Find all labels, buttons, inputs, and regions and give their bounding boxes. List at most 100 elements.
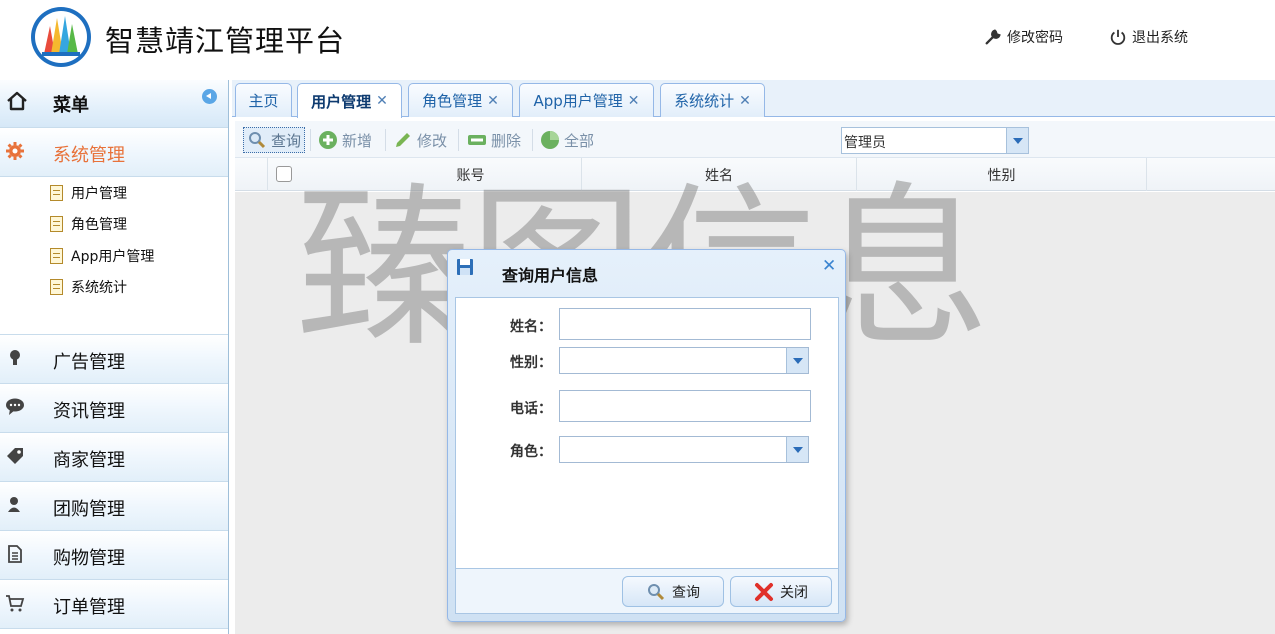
- query-user-dialog: 查询用户信息 ✕ 姓名： 性别： 电话： 角色： 查询 关闭: [447, 249, 846, 622]
- sidebar-group-news[interactable]: 资讯管理: [0, 384, 228, 433]
- add-button[interactable]: 新增: [318, 127, 372, 153]
- sidebar-group-shopping[interactable]: 购物管理: [0, 531, 228, 580]
- close-tab-icon[interactable]: ✕: [628, 93, 640, 109]
- sidebar-item-app-user-management[interactable]: App用户管理: [50, 244, 154, 268]
- chevron-down-icon[interactable]: [786, 437, 808, 462]
- collapse-sidebar-icon[interactable]: [202, 89, 217, 104]
- sidebar-group-orders[interactable]: 订单管理: [0, 580, 228, 629]
- tab-system-statistics[interactable]: 系统统计 ✕: [660, 83, 765, 117]
- sidebar-group-ads[interactable]: 广告管理: [0, 335, 228, 384]
- name-field[interactable]: [559, 308, 811, 340]
- toolbar-divider: [458, 129, 459, 151]
- sidebar-group-system[interactable]: 系统管理: [0, 128, 228, 177]
- header: 智慧靖江管理平台 修改密码 退出系统: [0, 0, 1275, 80]
- name-label: 姓名：: [510, 319, 552, 335]
- form-row-name: 姓名：: [456, 308, 840, 340]
- toolbar-divider: [385, 129, 386, 151]
- column-header-gender[interactable]: 性别: [857, 158, 1147, 191]
- tab-label: 主页: [248, 92, 279, 110]
- column-header-name[interactable]: 姓名: [581, 158, 857, 191]
- column-header-account[interactable]: 账号: [268, 158, 581, 191]
- lightbulb-icon: [10, 350, 20, 365]
- chevron-down-icon[interactable]: [786, 348, 808, 373]
- gender-label: 性别：: [510, 355, 552, 371]
- grid-rownum-column: [235, 158, 268, 191]
- edit-button[interactable]: 修改: [393, 127, 447, 153]
- sidebar-item-system-statistics[interactable]: 系统统计: [50, 275, 127, 299]
- dialog-close-label: 关闭: [780, 584, 808, 601]
- tab-app-user-management[interactable]: App用户管理 ✕: [519, 83, 654, 117]
- close-tab-icon[interactable]: ✕: [376, 93, 388, 109]
- phone-field[interactable]: [559, 390, 811, 422]
- all-button[interactable]: 全部: [540, 127, 594, 153]
- document-icon: [50, 248, 63, 264]
- chat-bubble-icon: [6, 398, 24, 415]
- change-password-link[interactable]: 修改密码: [984, 27, 1063, 47]
- query-button[interactable]: 查询: [243, 127, 306, 153]
- sidebar: 菜单 系统管理 用户管理 角色管理 App用户管理 系统统计 广告管理 资讯管理…: [0, 80, 229, 634]
- pencil-icon: [396, 133, 410, 147]
- phone-label: 电话：: [510, 401, 552, 417]
- sidebar-group-label: 团购管理: [53, 499, 125, 520]
- toolbar-divider: [532, 129, 533, 151]
- grid-header: 账号 姓名 性别: [235, 158, 1275, 191]
- role-filter-select[interactable]: 管理员: [841, 127, 1029, 154]
- tab-role-management[interactable]: 角色管理 ✕: [408, 83, 513, 117]
- dialog-title: 查询用户信息: [502, 266, 599, 285]
- sidebar-item-role-management[interactable]: 角色管理: [50, 212, 127, 236]
- document-icon: [50, 279, 63, 295]
- toolbar: 查询 新增 修改 删除 全部 管理员: [235, 121, 1275, 158]
- all-label: 全部: [564, 131, 595, 150]
- tag-icon: [7, 448, 23, 464]
- sidebar-item-label: App用户管理: [71, 249, 155, 265]
- sidebar-item-label: 角色管理: [71, 217, 127, 233]
- logo-icon: [31, 7, 91, 67]
- cart-icon: [6, 595, 25, 612]
- sidebar-title: 菜单: [53, 95, 89, 116]
- dialog-close-button[interactable]: 关闭: [730, 576, 832, 607]
- tab-user-management[interactable]: 用户管理 ✕: [297, 83, 402, 118]
- sidebar-submenu-system: 用户管理 角色管理 App用户管理 系统统计: [0, 177, 228, 335]
- sidebar-group-merchants[interactable]: 商家管理: [0, 433, 228, 482]
- sidebar-group-label: 订单管理: [53, 597, 125, 618]
- sidebar-item-label: 用户管理: [71, 186, 127, 202]
- edit-label: 修改: [417, 131, 448, 150]
- sidebar-group-label: 广告管理: [53, 352, 125, 373]
- add-label: 新增: [342, 131, 373, 150]
- document-icon: [50, 185, 63, 201]
- sidebar-header: 菜单: [0, 80, 228, 128]
- sidebar-group-group-buy[interactable]: 团购管理: [0, 482, 228, 531]
- wrench-icon: [985, 29, 1001, 45]
- query-label: 查询: [271, 131, 302, 150]
- sidebar-item-user-management[interactable]: 用户管理: [50, 181, 127, 205]
- home-icon: [7, 91, 27, 111]
- close-tab-icon[interactable]: ✕: [739, 93, 751, 109]
- chevron-down-icon[interactable]: [1006, 128, 1028, 153]
- tab-label: 用户管理: [311, 92, 372, 111]
- dialog-query-button[interactable]: 查询: [622, 576, 724, 607]
- power-icon: [1110, 29, 1126, 45]
- logout-link[interactable]: 退出系统: [1109, 27, 1188, 47]
- tab-bar: 主页 用户管理 ✕ 角色管理 ✕ App用户管理 ✕ 系统统计 ✕: [232, 80, 1275, 118]
- close-tab-icon[interactable]: ✕: [487, 93, 499, 109]
- plus-icon: [319, 131, 337, 149]
- sidebar-group-label: 资讯管理: [53, 401, 125, 422]
- dialog-footer: 查询 关闭: [455, 569, 839, 614]
- tab-home[interactable]: 主页: [235, 83, 292, 117]
- delete-button[interactable]: 删除: [467, 127, 521, 153]
- gender-select[interactable]: [559, 347, 809, 374]
- close-icon[interactable]: ✕: [822, 256, 836, 276]
- role-filter-value: 管理员: [844, 135, 886, 151]
- form-row-gender: 性别：: [456, 347, 840, 379]
- sidebar-group-label: 购物管理: [53, 548, 125, 569]
- form-row-role: 角色：: [456, 436, 840, 468]
- app-title: 智慧靖江管理平台: [105, 24, 346, 58]
- role-select[interactable]: [559, 436, 809, 463]
- group-icon: [8, 497, 20, 512]
- role-label: 角色：: [510, 444, 552, 460]
- delete-label: 删除: [491, 131, 522, 150]
- document-icon: [8, 545, 22, 563]
- search-icon: [648, 583, 665, 600]
- gear-icon: [6, 142, 24, 160]
- dialog-query-label: 查询: [672, 584, 700, 601]
